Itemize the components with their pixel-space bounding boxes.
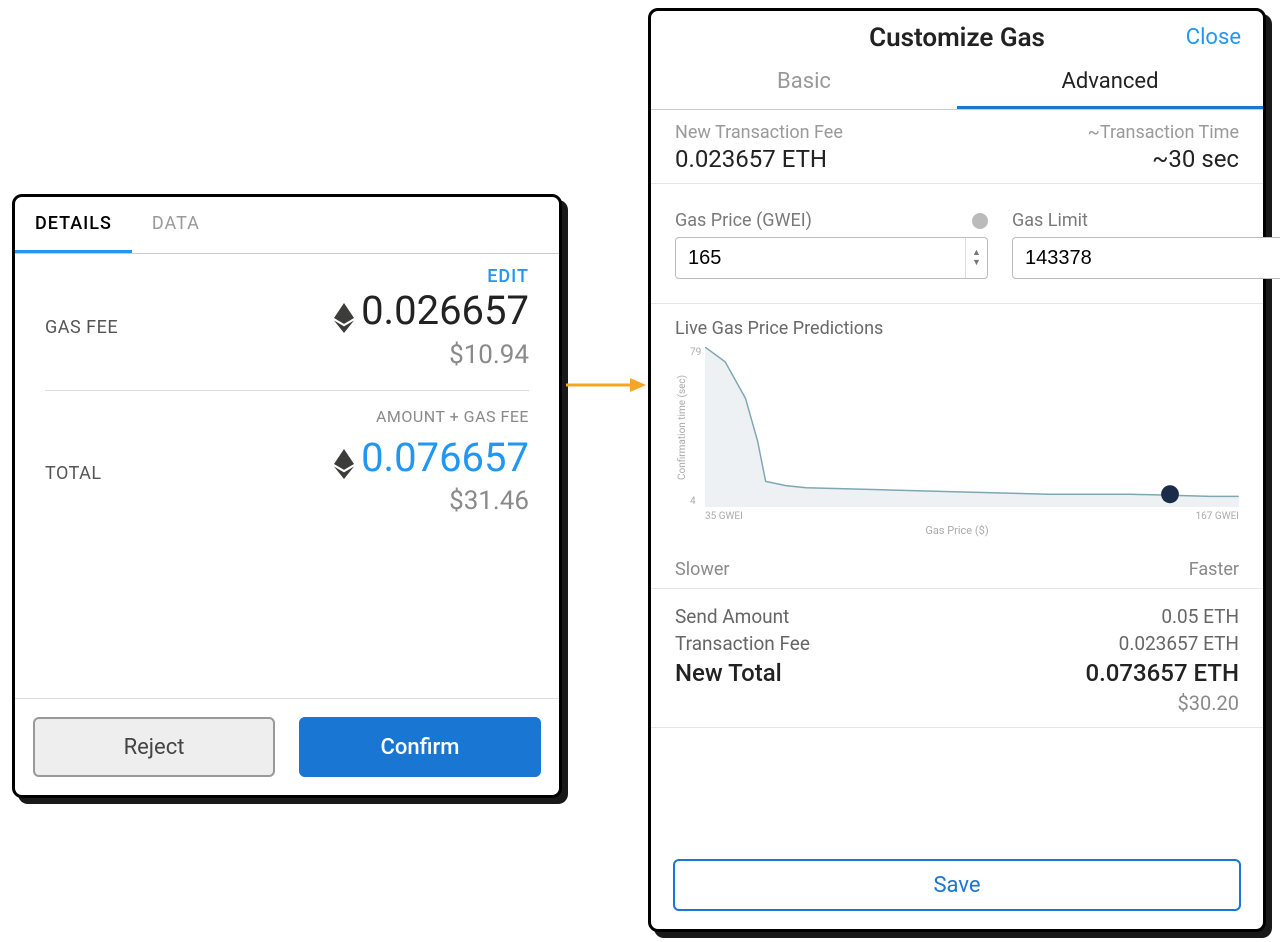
ethereum-icon bbox=[333, 442, 355, 472]
right-footer: Save bbox=[651, 849, 1263, 929]
chart-ylabel: Confirmation time (sec) bbox=[675, 347, 690, 507]
left-tabs: DETAILS DATA bbox=[15, 197, 559, 254]
gas-inputs-section: Gas Price (GWEI) ▲▼ Gas Limit ▲▼ bbox=[651, 184, 1263, 304]
confirm-button[interactable]: Confirm bbox=[299, 717, 541, 777]
gas-price-stepper[interactable]: ▲▼ bbox=[965, 238, 987, 278]
send-amount-label: Send Amount bbox=[675, 605, 789, 628]
new-fee-label: New Transaction Fee bbox=[675, 122, 843, 143]
amount-plus-gas-label: AMOUNT + GAS FEE bbox=[45, 407, 529, 426]
ytick-top: 79 bbox=[690, 347, 701, 358]
edit-button[interactable]: EDIT bbox=[45, 254, 529, 287]
tx-time-value: ~30 sec bbox=[1088, 145, 1239, 173]
new-fee-value: 0.023657 ETH bbox=[675, 145, 843, 173]
chart-section: Live Gas Price Predictions Confirmation … bbox=[651, 304, 1263, 589]
gas-fee-label: GAS FEE bbox=[45, 317, 118, 338]
save-button[interactable]: Save bbox=[673, 859, 1241, 911]
gas-fee-usd: $10.94 bbox=[45, 340, 529, 370]
tab-basic[interactable]: Basic bbox=[651, 59, 957, 109]
faster-label: Faster bbox=[1189, 559, 1239, 580]
new-total-value: 0.073657 ETH bbox=[1085, 659, 1239, 687]
gas-price-label: Gas Price (GWEI) bbox=[675, 210, 812, 231]
total-label: TOTAL bbox=[45, 463, 102, 484]
chart-yaxis: 79 4 bbox=[690, 347, 705, 507]
chart-xaxis: 35 GWEI 167 GWEI bbox=[675, 511, 1239, 522]
fee-time-section: New Transaction Fee 0.023657 ETH ~Transa… bbox=[651, 110, 1263, 184]
xtick-left: 35 GWEI bbox=[705, 511, 743, 522]
total-eth-value: 0.076657 bbox=[361, 434, 529, 481]
chart-xlabel: Gas Price ($) bbox=[675, 524, 1239, 537]
send-amount-value: 0.05 ETH bbox=[1161, 605, 1239, 628]
reject-button[interactable]: Reject bbox=[33, 717, 275, 777]
chart-body[interactable] bbox=[705, 347, 1239, 507]
customize-gas-panel: Customize Gas Close Basic Advanced New T… bbox=[648, 8, 1266, 932]
panel-header: Customize Gas Close bbox=[651, 11, 1263, 59]
info-icon[interactable] bbox=[972, 213, 988, 229]
chart-wrap: Confirmation time (sec) 79 4 bbox=[675, 347, 1239, 507]
gas-fee-eth: 0.026657 bbox=[333, 287, 529, 334]
tab-data[interactable]: DATA bbox=[132, 197, 220, 253]
close-button[interactable]: Close bbox=[1186, 25, 1241, 50]
gas-fee-row: GAS FEE 0.026657 bbox=[45, 287, 529, 338]
left-body: EDIT GAS FEE 0.026657 $10.94 AMOUNT + GA… bbox=[15, 254, 559, 516]
tx-fee-label: Transaction Fee bbox=[675, 632, 810, 655]
total-eth: 0.076657 bbox=[333, 434, 529, 481]
total-row: TOTAL 0.076657 bbox=[45, 434, 529, 485]
slow-fast-labels: Slower Faster bbox=[675, 559, 1239, 580]
gas-price-input-wrap: ▲▼ bbox=[675, 237, 988, 279]
ytick-bottom: 4 bbox=[690, 496, 701, 507]
divider bbox=[45, 390, 529, 391]
gas-limit-input[interactable] bbox=[1013, 247, 1280, 270]
gas-tabs: Basic Advanced bbox=[651, 59, 1263, 110]
slower-label: Slower bbox=[675, 559, 730, 580]
new-total-usd: $30.20 bbox=[675, 691, 1239, 715]
summary-section: Send Amount 0.05 ETH Transaction Fee 0.0… bbox=[651, 589, 1263, 728]
tx-time-label: ~Transaction Time bbox=[1088, 122, 1239, 143]
tab-advanced[interactable]: Advanced bbox=[957, 59, 1263, 109]
gas-price-block: Gas Price (GWEI) ▲▼ bbox=[675, 210, 988, 279]
chart-title: Live Gas Price Predictions bbox=[675, 318, 1239, 339]
xtick-right: 167 GWEI bbox=[1196, 511, 1239, 522]
tab-details[interactable]: DETAILS bbox=[15, 197, 132, 253]
panel-title: Customize Gas bbox=[869, 23, 1045, 53]
arrow-icon bbox=[566, 378, 646, 392]
total-usd: $31.46 bbox=[45, 486, 529, 516]
tx-fee-value: 0.023657 ETH bbox=[1119, 632, 1239, 655]
gas-limit-input-wrap: ▲▼ bbox=[1012, 237, 1280, 279]
gas-limit-block: Gas Limit ▲▼ bbox=[1012, 210, 1280, 279]
gas-price-input[interactable] bbox=[676, 247, 965, 270]
ethereum-icon bbox=[333, 296, 355, 326]
new-total-label: New Total bbox=[675, 659, 782, 687]
gas-fee-eth-value: 0.026657 bbox=[361, 287, 529, 334]
transaction-details-panel: DETAILS DATA EDIT GAS FEE 0.026657 $10.9… bbox=[12, 194, 562, 798]
gas-limit-label: Gas Limit bbox=[1012, 210, 1088, 231]
left-footer: Reject Confirm bbox=[15, 698, 559, 795]
